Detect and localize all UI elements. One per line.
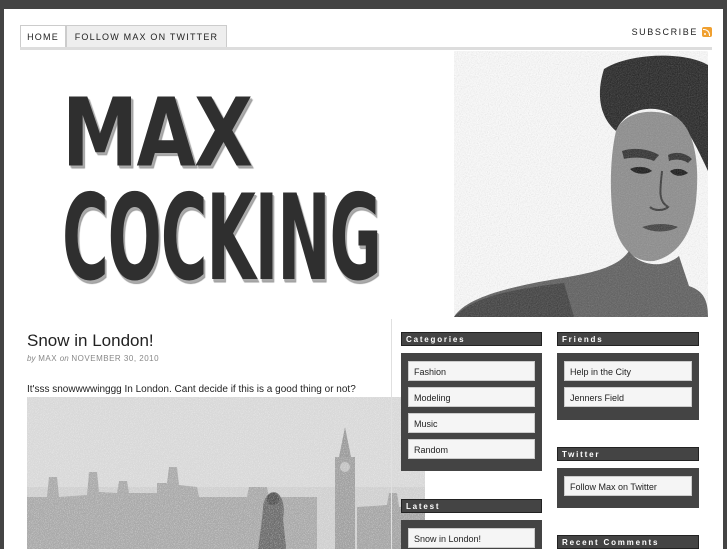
subscribe-link[interactable]: SUBSCRIBE (632, 27, 712, 37)
tab-home[interactable]: HOME (20, 25, 66, 47)
post-date: NOVEMBER 30, 2010 (71, 354, 160, 363)
post-meta-on: on (59, 354, 69, 363)
latest-post-link[interactable]: Snow in London! (408, 528, 535, 548)
post-title[interactable]: Snow in London! (27, 331, 154, 351)
post-meta-by: by (27, 354, 36, 363)
latest-widget-title: Latest (401, 499, 542, 513)
friends-widget-title: Friends (557, 332, 699, 346)
tab-follow-max-on-twitter[interactable]: FOLLOW MAX ON TWITTER (66, 25, 227, 47)
rss-icon (702, 27, 712, 37)
twitter-widget-title: Twitter (557, 447, 699, 461)
category-link[interactable]: Fashion (408, 361, 535, 381)
friend-link[interactable]: Help in the City (564, 361, 692, 381)
twitter-follow-link[interactable]: Follow Max on Twitter (564, 476, 692, 496)
category-link[interactable]: Modeling (408, 387, 535, 407)
top-navigation: HOME FOLLOW MAX ON TWITTER SUBSCRIBE (20, 25, 712, 50)
friend-link[interactable]: Jenners Field (564, 387, 692, 407)
post-meta: by MAX on NOVEMBER 30, 2010 (27, 354, 159, 363)
post-author[interactable]: MAX (38, 354, 57, 363)
category-link[interactable]: Random (408, 439, 535, 459)
site-header: MAX COCKING (4, 51, 723, 317)
post-image (27, 397, 425, 549)
twitter-widget: Follow Max on Twitter (557, 468, 699, 508)
portrait-image (454, 51, 708, 317)
category-link[interactable]: Music (408, 413, 535, 433)
column-divider (391, 319, 392, 549)
categories-widget-title: Categories (401, 332, 542, 346)
subscribe-label: SUBSCRIBE (631, 27, 698, 37)
recent-comments-widget-title: Recent Comments (557, 535, 699, 549)
categories-widget: Fashion Modeling Music Random (401, 353, 542, 471)
logo-text-line2[interactable]: COCKING (62, 169, 382, 307)
post-excerpt: It'sss snowwwwinggg In London. Cant deci… (27, 384, 356, 395)
page: HOME FOLLOW MAX ON TWITTER SUBSCRIBE MAX… (4, 9, 723, 549)
friends-widget: Help in the City Jenners Field (557, 353, 699, 420)
